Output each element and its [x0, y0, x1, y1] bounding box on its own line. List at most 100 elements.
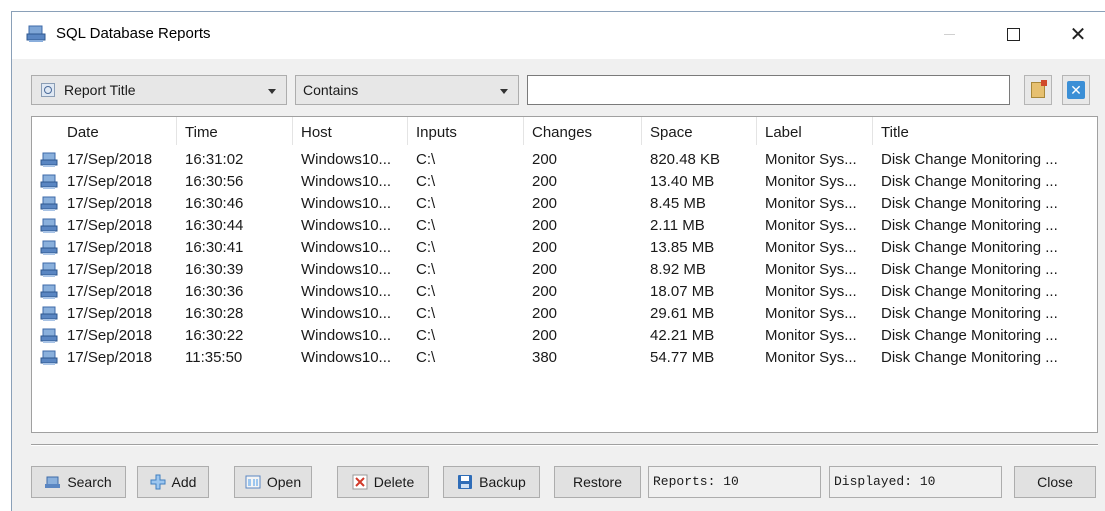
column-header-label[interactable]: Label: [765, 124, 802, 141]
cell-title: Disk Change Monitoring ...: [881, 217, 1058, 234]
report-field-icon: [41, 83, 55, 97]
column-separator[interactable]: [756, 117, 757, 145]
table-row[interactable]: 17/Sep/2018 16:30:28 Windows10... C:\ 200 29.…: [32, 303, 1097, 325]
cell-time: 16:30:56: [185, 173, 244, 190]
cell-space: 29.61 MB: [650, 305, 715, 322]
cell-changes: 200: [532, 327, 558, 344]
cell-label: Monitor Sys...: [765, 151, 857, 168]
add-icon: [150, 474, 166, 490]
filter-operator-dropdown[interactable]: Contains: [295, 75, 519, 105]
cell-time: 16:30:46: [185, 195, 244, 212]
cell-space: 820.48 KB: [650, 151, 721, 168]
cell-date: 17/Sep/2018: [67, 217, 153, 234]
cell-time: 16:30:36: [185, 283, 244, 300]
search-button[interactable]: Search: [31, 466, 126, 498]
cell-time: 16:30:41: [185, 239, 244, 256]
cell-label: Monitor Sys...: [765, 261, 857, 278]
cell-time: 16:30:39: [185, 261, 244, 278]
cell-inputs: C:\: [416, 217, 436, 234]
cell-changes: 200: [532, 239, 558, 256]
divider: [31, 444, 1098, 446]
filter-operator-value: Contains: [303, 82, 359, 98]
cell-space: 42.21 MB: [650, 327, 715, 344]
column-header-time[interactable]: Time: [185, 124, 218, 141]
table-row[interactable]: 17/Sep/2018 16:30:36 Windows10... C:\ 200 18.…: [32, 281, 1097, 303]
cell-date: 17/Sep/2018: [67, 305, 153, 322]
restore-button[interactable]: Restore: [554, 466, 641, 498]
column-header-changes[interactable]: Changes: [532, 124, 592, 141]
clear-filter-button[interactable]: ✕: [1062, 75, 1090, 105]
cell-space: 13.85 MB: [650, 239, 715, 256]
table-row[interactable]: 17/Sep/2018 16:30:41 Windows10... C:\ 200 13.…: [32, 237, 1097, 259]
cell-space: 8.92 MB: [650, 261, 706, 278]
cell-changes: 200: [532, 217, 558, 234]
table-row[interactable]: 17/Sep/2018 16:30:56 Windows10... C:\ 200 13.…: [32, 171, 1097, 193]
cell-host: Windows10...: [301, 283, 392, 300]
table-header: Date Time Host Inputs Changes Space Label Title: [32, 117, 1097, 147]
database-report-icon: [26, 25, 46, 42]
table-row[interactable]: 17/Sep/2018 16:30:44 Windows10... C:\ 200 2.1…: [32, 215, 1097, 237]
open-icon: [245, 475, 261, 489]
cell-title: Disk Change Monitoring ...: [881, 327, 1058, 344]
table-row[interactable]: 17/Sep/2018 11:35:50 Windows10... C:\ 380 54.…: [32, 347, 1097, 369]
edit-filter-button[interactable]: [1024, 75, 1052, 105]
reports-table[interactable]: Date Time Host Inputs Changes Space Label Title…: [31, 116, 1098, 433]
cell-host: Windows10...: [301, 327, 392, 344]
filter-field-dropdown[interactable]: Report Title: [31, 75, 287, 105]
cell-inputs: C:\: [416, 305, 436, 322]
cell-title: Disk Change Monitoring ...: [881, 283, 1058, 300]
column-separator[interactable]: [176, 117, 177, 145]
cell-host: Windows10...: [301, 195, 392, 212]
minimize-button[interactable]: [926, 12, 972, 56]
table-row[interactable]: 17/Sep/2018 16:31:02 Windows10... C:\ 200 820…: [32, 149, 1097, 171]
maximize-icon: [1006, 27, 1020, 41]
open-button-label: Open: [266, 474, 302, 490]
close-button[interactable]: Close: [1014, 466, 1096, 498]
cell-host: Windows10...: [301, 349, 392, 366]
cell-changes: 380: [532, 349, 558, 366]
cell-date: 17/Sep/2018: [67, 195, 153, 212]
cell-date: 17/Sep/2018: [67, 327, 153, 344]
backup-icon: [458, 475, 473, 489]
edit-icon: [1031, 80, 1047, 98]
column-header-date[interactable]: Date: [67, 124, 99, 141]
close-window-button[interactable]: ✕: [1055, 12, 1101, 56]
table-row[interactable]: 17/Sep/2018 16:30:39 Windows10... C:\ 200 8.9…: [32, 259, 1097, 281]
cell-date: 17/Sep/2018: [67, 239, 153, 256]
restore-button-label: Restore: [572, 474, 623, 490]
cell-host: Windows10...: [301, 239, 392, 256]
search-input[interactable]: [527, 75, 1010, 105]
cell-title: Disk Change Monitoring ...: [881, 151, 1058, 168]
backup-button[interactable]: Backup: [443, 466, 540, 498]
column-separator[interactable]: [523, 117, 524, 145]
column-separator[interactable]: [641, 117, 642, 145]
column-separator[interactable]: [292, 117, 293, 145]
cell-date: 17/Sep/2018: [67, 173, 153, 190]
report-icon: [40, 240, 58, 255]
add-button[interactable]: Add: [137, 466, 209, 498]
open-button[interactable]: Open: [234, 466, 312, 498]
cell-label: Monitor Sys...: [765, 239, 857, 256]
column-header-inputs[interactable]: Inputs: [416, 124, 457, 141]
cell-title: Disk Change Monitoring ...: [881, 349, 1058, 366]
table-row[interactable]: 17/Sep/2018 16:30:22 Windows10... C:\ 200 42.…: [32, 325, 1097, 347]
column-separator[interactable]: [407, 117, 408, 145]
column-header-space[interactable]: Space: [650, 124, 693, 141]
column-header-host[interactable]: Host: [301, 124, 332, 141]
cell-inputs: C:\: [416, 283, 436, 300]
table-row[interactable]: 17/Sep/2018 16:30:46 Windows10... C:\ 200 8.4…: [32, 193, 1097, 215]
cell-host: Windows10...: [301, 261, 392, 278]
cell-space: 2.11 MB: [650, 217, 705, 234]
maximize-button[interactable]: [990, 12, 1036, 56]
minimize-icon: [943, 33, 955, 35]
clear-icon: ✕: [1067, 81, 1085, 99]
delete-button[interactable]: Delete: [337, 466, 429, 498]
column-header-title[interactable]: Title: [881, 124, 909, 141]
window-title: SQL Database Reports: [56, 25, 211, 42]
cell-changes: 200: [532, 173, 558, 190]
cell-label: Monitor Sys...: [765, 217, 857, 234]
report-icon: [40, 350, 58, 365]
column-separator[interactable]: [872, 117, 873, 145]
cell-time: 16:30:28: [185, 305, 244, 322]
cell-inputs: C:\: [416, 151, 436, 168]
